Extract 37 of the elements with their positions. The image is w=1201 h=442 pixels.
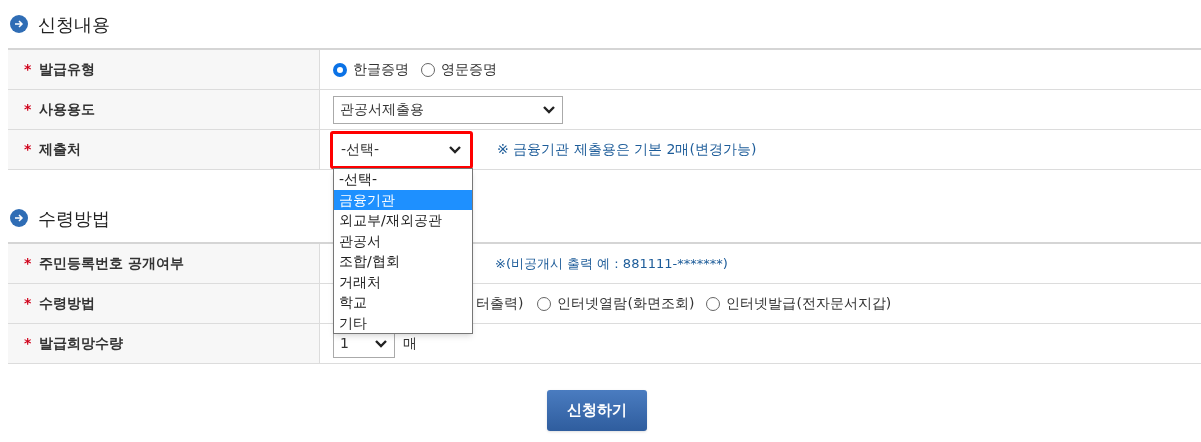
required-mark: * [24, 254, 32, 273]
required-mark: * [24, 100, 32, 119]
field-label: 수령방법 [39, 294, 96, 313]
dropdown-option[interactable]: 관공서 [334, 230, 472, 251]
required-mark: * [24, 140, 32, 159]
dropdown-option[interactable]: 조합/협회 [334, 251, 472, 272]
chevron-icon [542, 104, 556, 115]
select-field[interactable]: 관공서제출용 [333, 95, 563, 124]
radio-button[interactable] [537, 296, 552, 311]
required-mark: * [24, 60, 32, 79]
radio-option[interactable]: 인터넷발급(전자문서지갑) [706, 293, 892, 314]
chevron-icon [448, 144, 462, 155]
field-label: 발급희망수량 [39, 334, 124, 353]
dropdown-option[interactable]: 외교부/재외공관 [334, 210, 472, 231]
dropdown-option[interactable]: -선택- [334, 169, 472, 190]
unit-label: 매 [403, 334, 417, 353]
dropdown-option[interactable]: 거래처 [334, 271, 472, 292]
section-title: 수령방법 [38, 206, 110, 231]
radio-option[interactable]: 인터넷열람(화면조회) [537, 293, 695, 314]
chevron-icon [374, 338, 388, 349]
note-text: ※(비공개시 출력 예 : 881111-*******) [495, 254, 728, 273]
section-title: 신청내용 [38, 12, 110, 37]
dropdown-option[interactable]: 학교 [334, 292, 472, 313]
required-mark: * [24, 334, 32, 353]
field-label: 주민등록번호 공개여부 [39, 254, 185, 273]
required-mark: * [24, 294, 32, 313]
field-label: 사용용도 [39, 100, 96, 119]
radio-button[interactable] [706, 296, 721, 311]
radio-option[interactable]: 한글증명 [333, 59, 409, 80]
radio-button[interactable] [333, 62, 347, 77]
note-text: ※ 금융기관 제출용은 기본 2매(변경가능) [497, 140, 757, 159]
field-label: 발급유형 [39, 60, 96, 79]
field-label: 제출처 [39, 140, 82, 159]
radio-button[interactable] [421, 62, 435, 77]
option-label: 터출력) [476, 294, 524, 313]
submit-button[interactable]: 신청하기 [546, 390, 647, 431]
radio-option[interactable]: 영문증명 [421, 59, 497, 80]
